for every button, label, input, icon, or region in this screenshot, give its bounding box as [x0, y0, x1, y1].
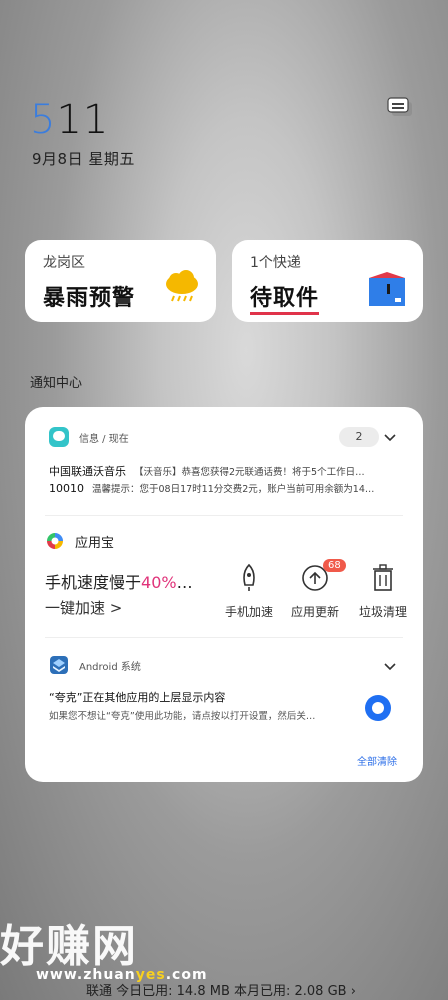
- clock-minute: 11: [56, 97, 110, 143]
- action-label: 应用更新: [290, 605, 339, 619]
- speed-prefix: 手机速度慢于: [45, 573, 142, 592]
- lockscreen-clock: 511: [30, 100, 109, 140]
- express-status: 待取件: [250, 286, 320, 315]
- message-sender: 中国联通沃音乐: [49, 465, 126, 478]
- message-sender: 10010: [49, 482, 84, 495]
- messages-app-icon: [49, 427, 69, 447]
- message-count-badge[interactable]: 2: [339, 427, 379, 447]
- divider: [45, 637, 403, 638]
- quark-app-icon[interactable]: [365, 695, 391, 721]
- clear-all-button[interactable]: 全部清除: [357, 753, 397, 768]
- clock-hour: 5: [30, 97, 57, 143]
- weather-location: 龙岗区: [43, 255, 85, 271]
- date-label: 9月8日 星期五: [32, 150, 135, 168]
- express-count: 1个快递: [250, 255, 301, 271]
- rocket-icon: [243, 563, 255, 591]
- android-system-icon: [50, 656, 68, 674]
- messages-header[interactable]: 信息 / 现在: [49, 427, 129, 447]
- yingyongbao-header[interactable]: 应用宝: [45, 531, 114, 551]
- speed-suffix: …: [176, 573, 193, 592]
- speed-percent: 40%: [141, 573, 177, 592]
- yingyongbao-icon: [47, 533, 63, 549]
- android-source: Android 系统: [79, 661, 141, 673]
- notification-panel: 信息 / 现在 2 中国联通沃音乐 【沃音乐】恭喜您获得2元联通话费！将于5个工作…: [25, 407, 423, 782]
- speed-warning[interactable]: 手机速度慢于40%…: [45, 569, 193, 593]
- update-count-badge: 68: [323, 559, 346, 572]
- message-body: 温馨提示：您于08日17时11分交费2元，账户当前可用余额为14…: [92, 484, 375, 495]
- chevron-down-icon[interactable]: [383, 433, 397, 443]
- weather-card[interactable]: 龙岗区 暴雨预警: [25, 240, 216, 322]
- junk-clean-button[interactable]: 垃圾清理: [351, 563, 415, 620]
- divider: [45, 515, 403, 516]
- rain-cloud-icon: [164, 270, 200, 306]
- notification-center-title: 通知中心: [30, 376, 83, 391]
- express-card[interactable]: 1个快递 待取件: [232, 240, 423, 322]
- one-key-boost-link[interactable]: 一键加速 >: [45, 597, 122, 618]
- android-header[interactable]: Android 系统: [49, 655, 141, 675]
- action-label: 垃圾清理: [358, 605, 407, 619]
- chevron-down-icon[interactable]: [383, 662, 397, 672]
- message-row[interactable]: 中国联通沃音乐 【沃音乐】恭喜您获得2元联通话费！将于5个工作日…: [49, 463, 399, 479]
- message-row[interactable]: 10010 温馨提示：您于08日17时11分交费2元，账户当前可用余额为14…: [49, 481, 399, 495]
- package-box-icon: [367, 270, 407, 312]
- action-label: 手机加速: [224, 605, 273, 619]
- messages-source: 信息 / 现在: [79, 433, 129, 445]
- watermark-logo: 好赚网: [0, 921, 138, 972]
- android-notification-body[interactable]: 如果您不想让“夸克”使用此功能，请点按以打开设置，然后关…: [49, 708, 315, 722]
- multi-window-icon[interactable]: [386, 96, 414, 118]
- message-body: 【沃音乐】恭喜您获得2元联通话费！将于5个工作日…: [134, 467, 365, 478]
- data-usage-footer[interactable]: 联通 今日已用: 14.8 MB 本月已用: 2.08 GB ›: [86, 980, 356, 999]
- trash-icon: [373, 564, 393, 591]
- android-notification-title[interactable]: “夸克”正在其他应用的上层显示内容: [49, 689, 225, 705]
- yingyongbao-name: 应用宝: [75, 535, 115, 551]
- phone-boost-button[interactable]: 手机加速: [217, 563, 281, 620]
